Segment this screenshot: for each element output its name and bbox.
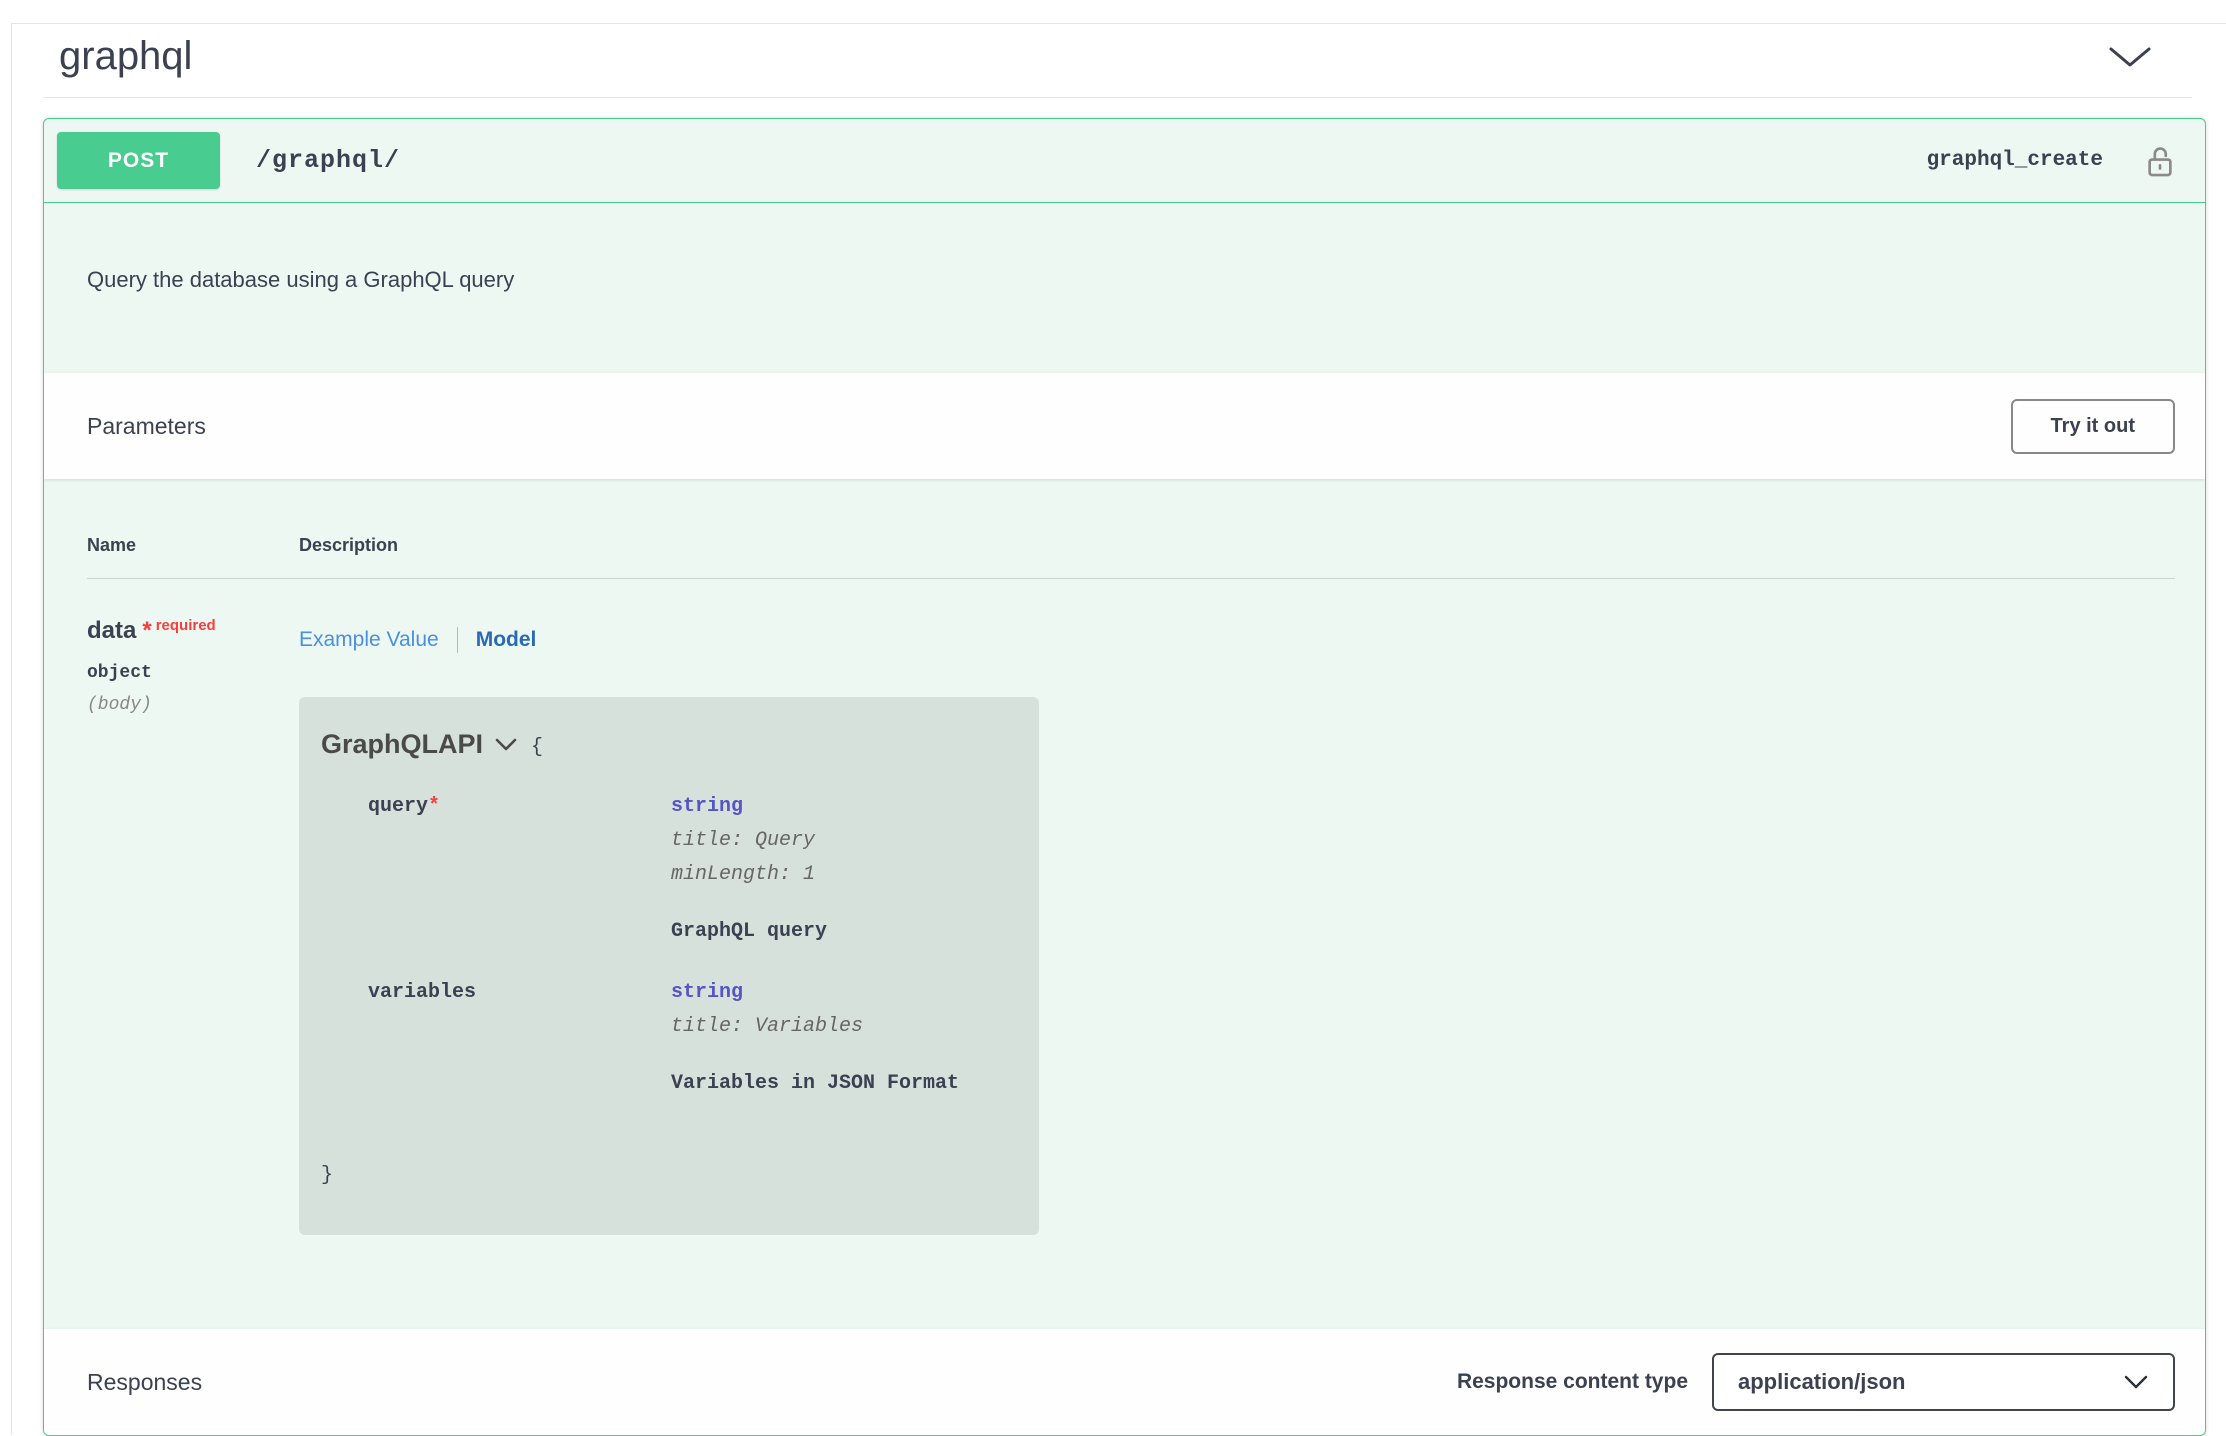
operation-description: Query the database using a GraphQL query xyxy=(44,203,2205,373)
model-example-tabs: Example Value Model xyxy=(299,627,2175,653)
parameters-table-head: Name Description xyxy=(87,535,2175,579)
parameters-table: Name Description data*required object (b… xyxy=(44,479,2205,1329)
chevron-down-icon xyxy=(2123,1374,2149,1390)
model-property-query: query* string title: Query minLength: 1 … xyxy=(321,790,1009,946)
property-required-star: * xyxy=(428,795,440,818)
tag-title: graphql xyxy=(59,34,192,79)
response-content-type-group: Response content type application/json xyxy=(1457,1353,2175,1411)
property-name: variables xyxy=(368,976,671,1098)
operation-path: /graphql/ xyxy=(256,146,400,175)
required-label: required xyxy=(156,617,216,634)
property-type: string xyxy=(671,976,1009,1010)
property-minlength-attr: minLength: 1 xyxy=(671,858,1009,892)
model-property-variables: variables string title: Variables Variab… xyxy=(321,976,1009,1098)
close-brace: } xyxy=(321,1164,1009,1187)
opblock-post-graphql: POST /graphql/ graphql_create Query the … xyxy=(43,118,2206,1436)
method-badge: POST xyxy=(57,132,220,189)
response-content-type-select[interactable]: application/json xyxy=(1712,1353,2175,1411)
tag-section-header[interactable]: graphql xyxy=(43,12,2192,98)
property-detail: string title: Query minLength: 1 GraphQL… xyxy=(671,790,1009,946)
operation-id: graphql_create xyxy=(1927,149,2103,172)
property-type: string xyxy=(671,790,1009,824)
response-content-type-label: Response content type xyxy=(1457,1370,1688,1394)
try-it-out-button[interactable]: Try it out xyxy=(2011,399,2175,454)
responses-title: Responses xyxy=(87,1369,202,1396)
table-row: data*required object (body) Example Valu… xyxy=(87,579,2175,1235)
selected-content-type: application/json xyxy=(1738,1369,1905,1395)
column-header-description: Description xyxy=(299,535,2175,556)
parameters-title: Parameters xyxy=(87,413,206,440)
tab-example-value[interactable]: Example Value xyxy=(299,628,439,652)
tab-divider xyxy=(457,627,458,653)
parameter-type: object xyxy=(87,663,299,683)
parameter-name: data* required xyxy=(87,617,299,645)
property-description: GraphQL query xyxy=(671,918,1009,946)
page-left-border xyxy=(11,23,12,1435)
chevron-down-icon[interactable] xyxy=(2108,45,2152,69)
operation-body: Query the database using a GraphQL query… xyxy=(44,203,2205,1435)
open-brace: { xyxy=(531,736,543,759)
property-detail: string title: Variables Variables in JSO… xyxy=(671,976,1009,1098)
page-top-border xyxy=(11,23,2226,24)
tab-model[interactable]: Model xyxy=(476,628,537,652)
operation-summary[interactable]: POST /graphql/ graphql_create xyxy=(44,119,2205,203)
model-title[interactable]: GraphQLAPI xyxy=(321,729,483,760)
model-title-row: GraphQLAPI { xyxy=(321,729,1009,760)
responses-header: Responses Response content type applicat… xyxy=(44,1329,2205,1435)
property-title-attr: title: Variables xyxy=(671,1010,1009,1044)
property-name: query* xyxy=(368,790,671,946)
parameter-name-column: data* required object (body) xyxy=(87,617,299,1235)
property-title-attr: title: Query xyxy=(671,824,1009,858)
property-description: Variables in JSON Format xyxy=(671,1070,1009,1098)
parameters-header: Parameters Try it out xyxy=(44,373,2205,479)
chevron-down-icon[interactable] xyxy=(495,738,517,752)
unlocked-padlock-icon[interactable] xyxy=(2145,144,2175,178)
parameter-description-column: Example Value Model GraphQLAPI xyxy=(299,617,2175,1235)
model-box: GraphQLAPI { query* xyxy=(299,697,1039,1235)
required-star: * xyxy=(142,617,151,644)
column-header-name: Name xyxy=(87,535,299,556)
property-name-text: variables xyxy=(368,981,476,1004)
parameter-name-text: data xyxy=(87,617,136,644)
parameter-location: (body) xyxy=(87,695,299,715)
property-name-text: query xyxy=(368,795,428,818)
